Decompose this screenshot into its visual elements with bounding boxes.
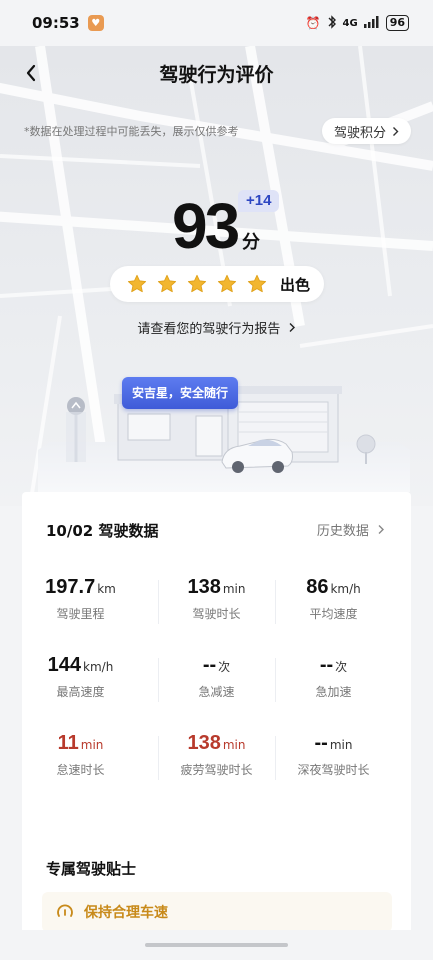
star-rating: [126, 273, 268, 295]
metric-label: 深夜驾驶时长: [297, 763, 370, 777]
disclaimer-text: *数据在处理过程中可能丢失，展示仅供参考: [24, 125, 239, 138]
chevron-right-icon: [378, 525, 384, 534]
report-link[interactable]: 请查看您的驾驶行为报告: [0, 318, 433, 337]
column-divider: [158, 580, 159, 624]
status-bar: 09:53 ♥ ⏰ 4G 96: [0, 0, 433, 46]
metric-number: --: [319, 654, 334, 676]
status-time: 09:53: [32, 14, 80, 32]
metric-label: 驾驶时长: [192, 607, 241, 621]
metric-item: 144 km/h 最高速度: [22, 654, 139, 700]
metric-unit: km: [97, 582, 116, 596]
rating-pill: 出色: [110, 266, 324, 302]
metric-number: 197.7: [45, 576, 96, 598]
bluetooth-icon: [327, 14, 337, 32]
column-divider: [275, 736, 276, 780]
metric-value: 144 km/h: [22, 654, 139, 677]
tips-title: 专属驾驶贴士: [46, 860, 137, 878]
tip-label: 保持合理车速: [84, 905, 168, 921]
column-divider: [158, 658, 159, 702]
metric-item: -- min 深夜驾驶时长: [275, 732, 392, 778]
metric-label: 最高速度: [56, 685, 105, 699]
chevron-left-icon: [26, 64, 36, 82]
metric-unit: min: [80, 738, 104, 752]
metric-unit: km/h: [330, 582, 361, 596]
app-heart-icon: ♥: [87, 15, 104, 31]
metric-number: 11: [57, 732, 79, 754]
metric-label: 怠速时长: [56, 763, 105, 777]
back-button[interactable]: [16, 58, 46, 88]
metric-value: 86 km/h: [275, 576, 392, 599]
metric-unit: 次: [335, 660, 348, 674]
scene-banner: 安吉星，安全随行: [122, 377, 239, 409]
metric-unit: min: [222, 738, 246, 752]
metric-number: 86: [306, 576, 329, 598]
metric-item: 138 min 疲劳驾驶时长: [158, 732, 275, 778]
column-divider: [275, 658, 276, 702]
star-icon: [157, 274, 177, 293]
status-icons: ⏰ 4G 96: [305, 14, 409, 32]
metric-unit: 次: [218, 660, 231, 674]
metric-unit: min: [222, 582, 246, 596]
score-unit: 分: [242, 232, 260, 253]
score-value: 93: [172, 190, 240, 262]
score-delta-badge: +14: [238, 190, 280, 212]
star-icon: [247, 274, 267, 293]
metric-label: 疲劳驾驶时长: [180, 763, 253, 777]
tip-item[interactable]: 保持合理车速: [42, 892, 392, 932]
column-divider: [158, 736, 159, 780]
column-divider: [275, 580, 276, 624]
driving-data-title: 10/02 驾驶数据: [46, 522, 159, 540]
alarm-icon: ⏰: [305, 16, 321, 30]
metric-number: 144: [47, 654, 82, 676]
network-label: 4G: [342, 17, 358, 29]
report-link-label: 请查看您的驾驶行为报告: [137, 322, 281, 337]
metric-item: 11 min 怠速时长: [22, 732, 139, 778]
star-icon: [187, 274, 207, 293]
metric-value: 138 min: [158, 576, 275, 599]
metric-value: -- min: [275, 732, 392, 755]
metric-label: 急加速: [315, 685, 352, 699]
chevron-right-icon: [289, 323, 295, 332]
metric-number: 138: [187, 576, 221, 598]
metric-item: -- 次急加速: [275, 654, 392, 700]
metric-number: --: [314, 732, 328, 754]
driving-data-card: 10/02 驾驶数据 历史数据 197.7 km 驾驶里程 138 min 驾驶时长 86 k…: [22, 492, 411, 942]
metric-item: 86 km/h 平均速度: [275, 576, 392, 622]
signal-icon: [363, 15, 380, 31]
history-data-label: 历史数据: [316, 524, 369, 539]
metric-label: 急减速: [198, 685, 235, 699]
metric-value: 197.7 km: [22, 576, 139, 599]
speedometer-icon: [57, 904, 73, 917]
metric-value: 138 min: [158, 732, 275, 755]
home-indicator[interactable]: [145, 943, 288, 947]
metric-unit: min: [329, 738, 353, 752]
score-points-label: 驾驶积分: [333, 125, 386, 141]
metric-item: 197.7 km 驾驶里程: [22, 576, 139, 622]
metric-value: 11 min: [22, 732, 139, 755]
star-icon: [217, 274, 237, 293]
history-data-link[interactable]: 历史数据: [317, 520, 385, 539]
metric-number: --: [202, 654, 217, 676]
chevron-right-icon: [393, 126, 399, 136]
metric-label: 驾驶里程: [56, 607, 105, 621]
score-points-button[interactable]: 驾驶积分: [321, 118, 411, 144]
page-title: 驾驶行为评价: [159, 63, 274, 86]
metric-unit: km/h: [83, 660, 114, 674]
nav-bar: 驾驶行为评价: [0, 48, 433, 98]
rating-label: 出色: [279, 275, 310, 294]
metric-label: 平均速度: [309, 607, 358, 621]
metric-value: -- 次: [158, 654, 275, 677]
metric-number: 138: [187, 732, 221, 754]
star-icon: [127, 274, 147, 293]
metric-value: -- 次: [275, 654, 392, 677]
metric-item: 138 min 驾驶时长: [158, 576, 275, 622]
battery-icon: 96: [385, 15, 409, 31]
metric-item: -- 次急减速: [158, 654, 275, 700]
